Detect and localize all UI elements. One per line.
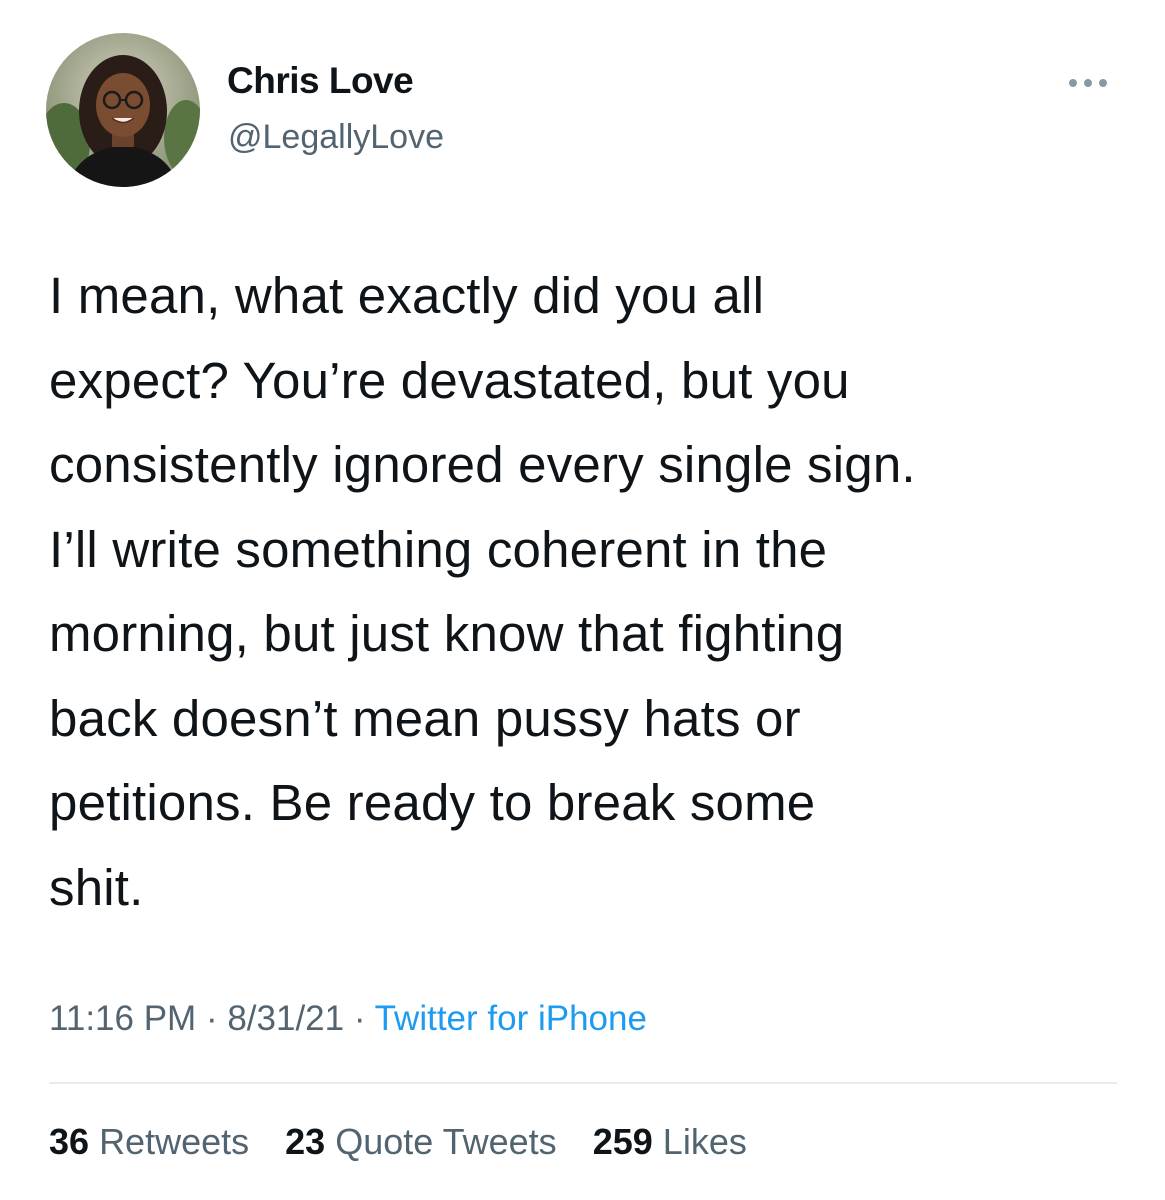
tweet-stats: 36 Retweets 23 Quote Tweets 259 Likes <box>49 1121 773 1163</box>
retweets-count: 36 <box>49 1121 90 1162</box>
meta-separator: · <box>344 999 375 1038</box>
likes-stat[interactable]: 259 Likes <box>593 1121 747 1163</box>
profile-photo-icon <box>46 33 200 187</box>
meta-separator: · <box>196 999 228 1038</box>
author-handle[interactable]: @LegallyLove <box>228 118 444 157</box>
tweet-date[interactable]: 8/31/21 <box>227 999 344 1038</box>
tweet-time[interactable]: 11:16 PM <box>49 999 196 1038</box>
retweets-stat[interactable]: 36 Retweets <box>49 1121 249 1163</box>
tweet-text: I mean, what exactly did you all expect?… <box>49 267 916 916</box>
quote-tweets-label: Quote Tweets <box>335 1121 557 1162</box>
quote-tweets-count: 23 <box>285 1121 326 1162</box>
tweet-card: Chris Love @LegallyLove I mean, what exa… <box>0 0 1165 1200</box>
quote-tweets-stat[interactable]: 23 Quote Tweets <box>285 1121 557 1163</box>
retweets-label: Retweets <box>99 1121 250 1162</box>
author-display-name[interactable]: Chris Love <box>227 60 414 102</box>
divider <box>49 1082 1117 1084</box>
tweet-meta: 11:16 PM · 8/31/21 · Twitter for iPhone <box>49 999 647 1039</box>
likes-label: Likes <box>662 1121 747 1162</box>
tweet-source-link[interactable]: Twitter for iPhone <box>375 999 647 1038</box>
more-horizontal-icon[interactable] <box>1062 68 1114 98</box>
likes-count: 259 <box>592 1121 653 1162</box>
avatar[interactable] <box>46 33 200 187</box>
